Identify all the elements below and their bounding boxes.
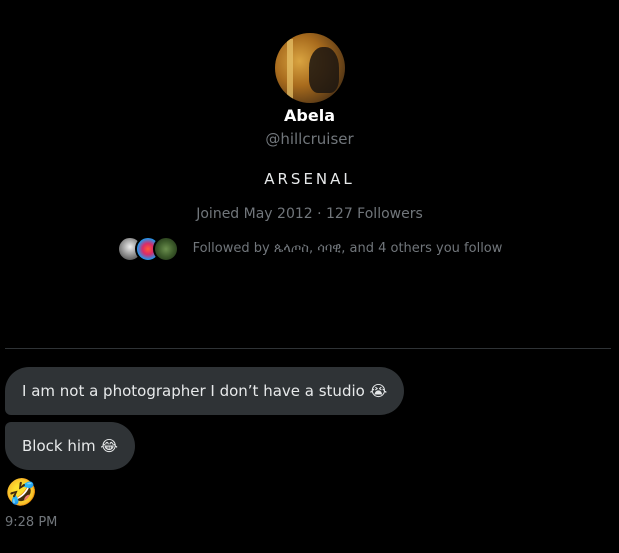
divider	[5, 348, 611, 349]
profile-avatar[interactable]	[274, 33, 345, 103]
avatar-detail	[286, 39, 293, 99]
emoji-message[interactable]: 🤣	[5, 477, 37, 509]
message-timestamp: 9:28 PM	[5, 515, 58, 530]
profile-handle: @hillcruiser	[265, 130, 354, 148]
avatar-figure	[308, 47, 339, 93]
follower-avatar	[152, 236, 179, 262]
profile-bio: ARSENAL	[264, 170, 355, 188]
followed-by-row[interactable]: Followed by ጴላጦስ, ሳባዊ, and 4 others you …	[116, 236, 503, 262]
profile-meta[interactable]: Joined May 2012 · 127 Followers	[196, 205, 423, 223]
follower-facepile	[116, 236, 179, 262]
profile-header: Abela @hillcruiser ARSENAL Joined May 20…	[0, 0, 619, 262]
message-bubble[interactable]: Block him 😂	[5, 422, 135, 470]
profile-name[interactable]: Abela	[284, 106, 335, 126]
message-bubble[interactable]: I am not a photographer I don’t have a s…	[5, 367, 405, 415]
followed-by-text[interactable]: Followed by ጴላጦስ, ሳባዊ, and 4 others you …	[193, 240, 503, 258]
